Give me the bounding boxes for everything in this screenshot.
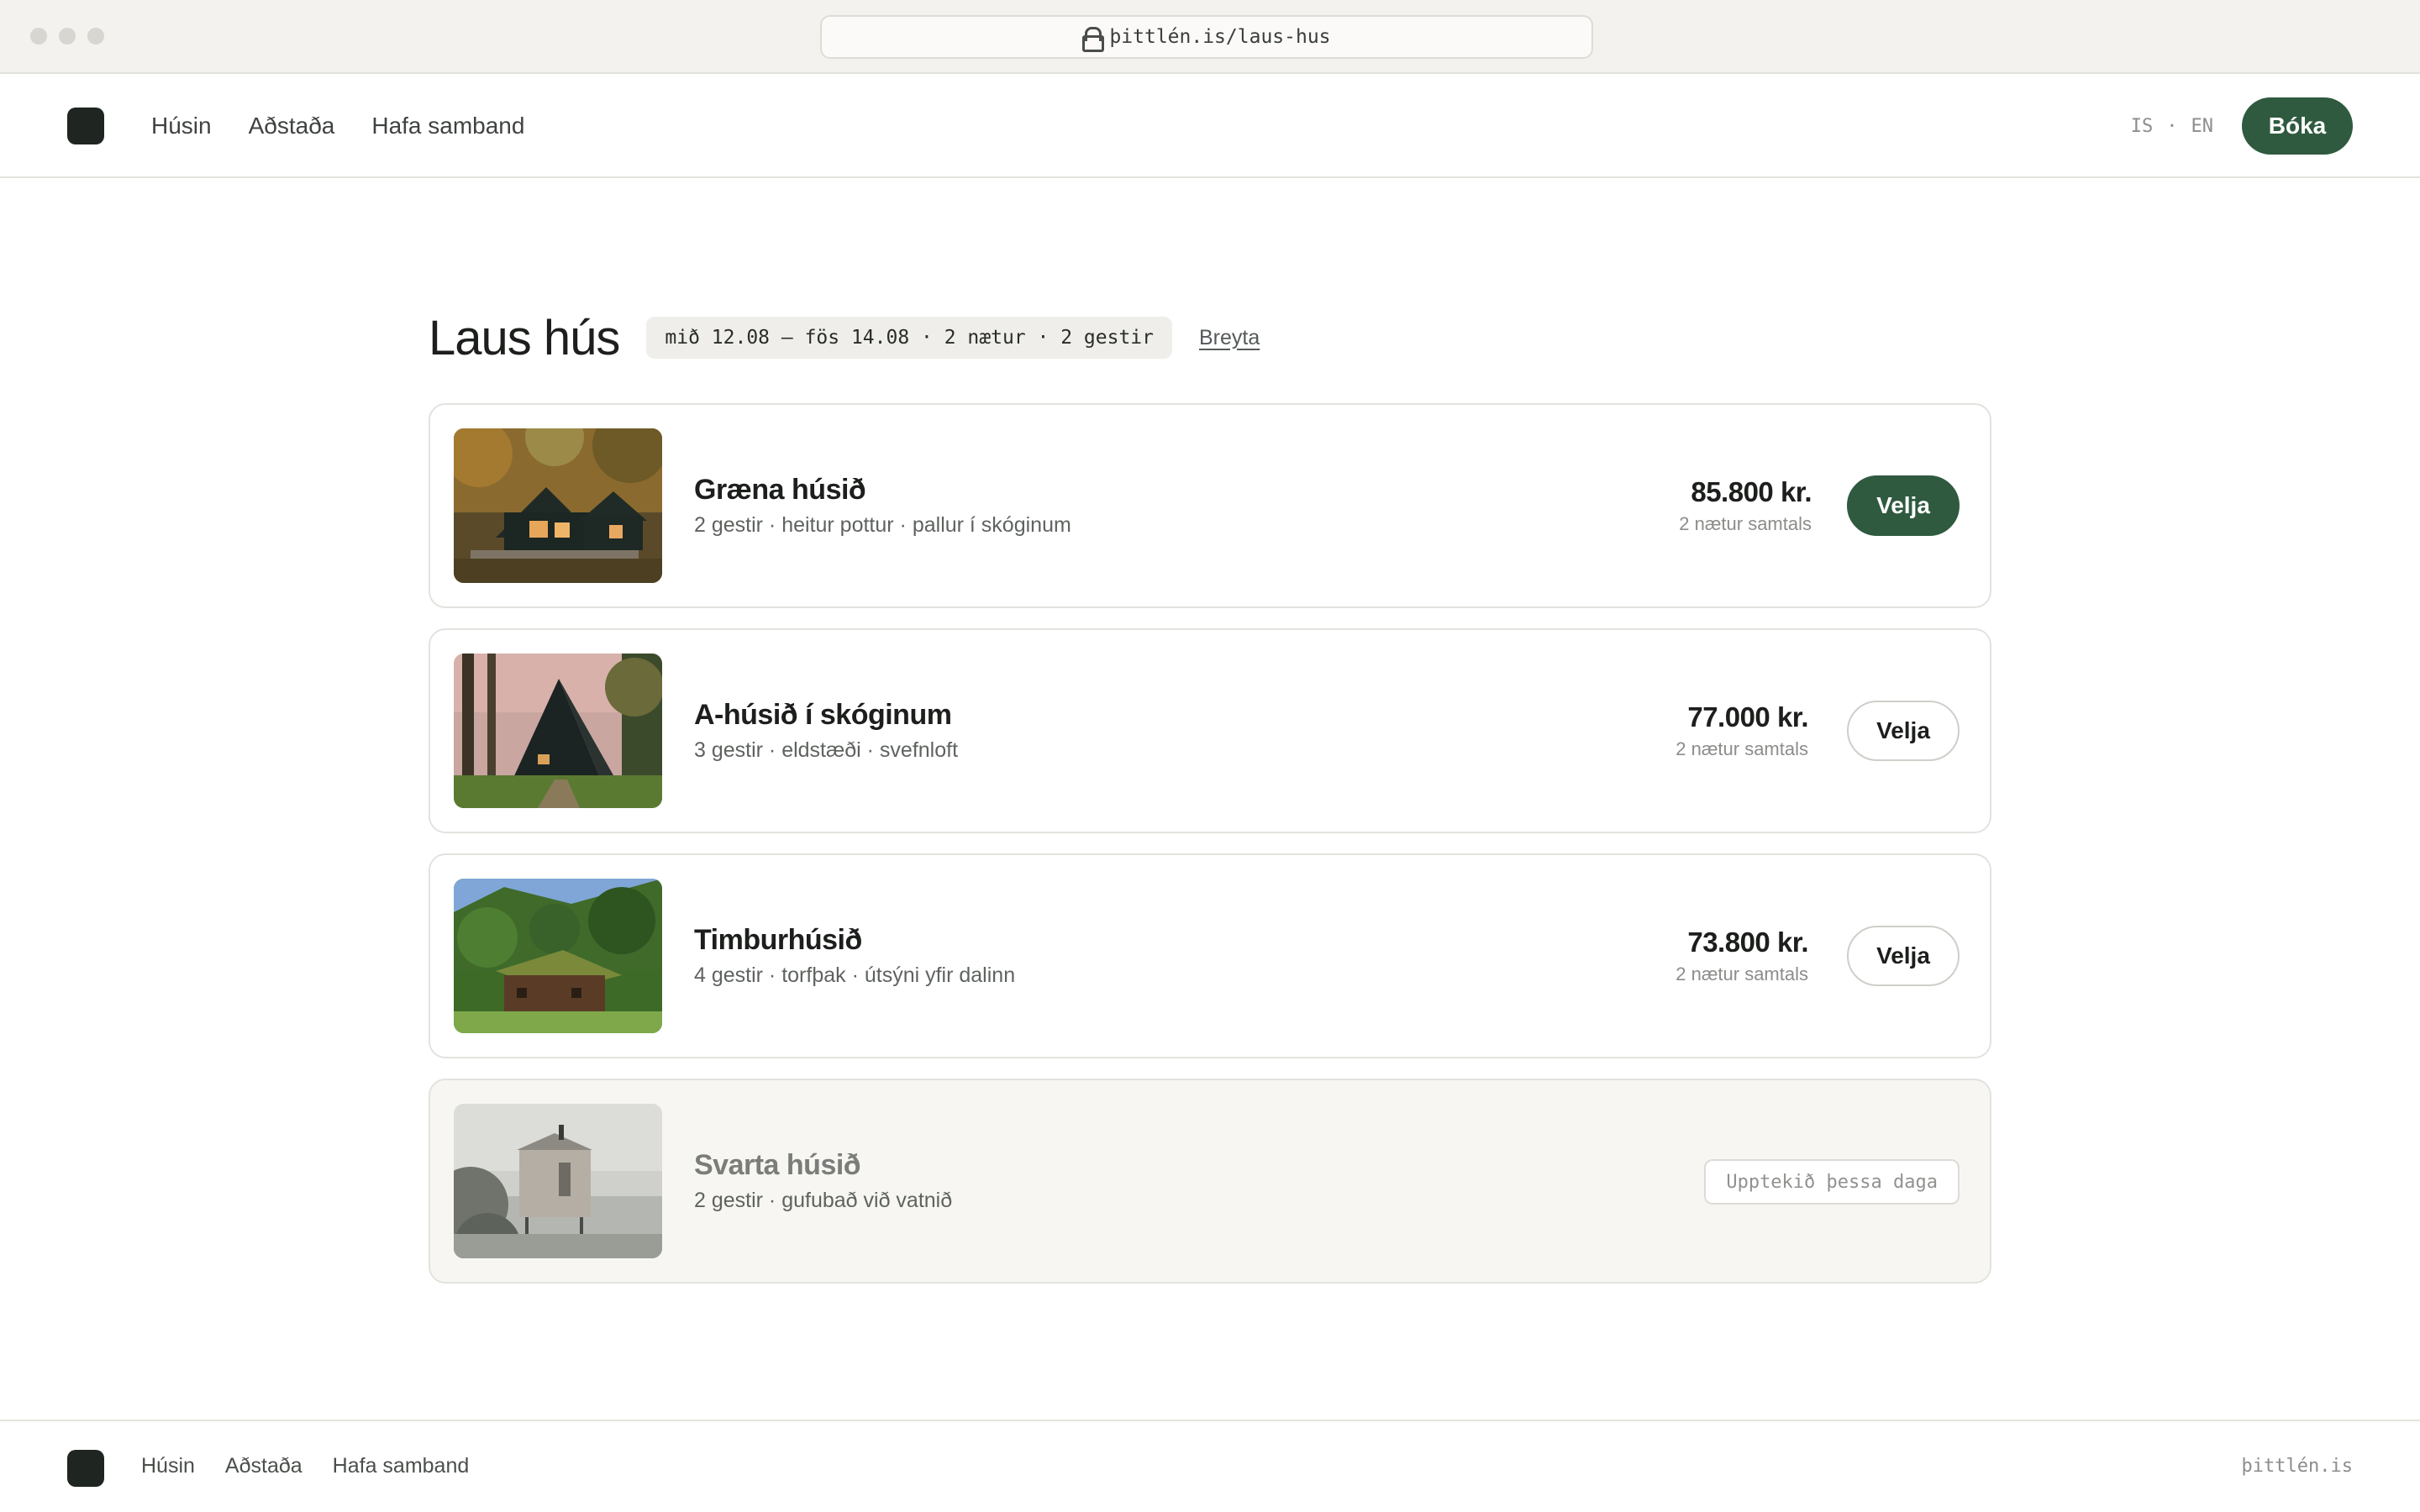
cabin-photo xyxy=(454,879,662,1033)
page-title: Laus hús xyxy=(429,310,620,365)
footer-link-husin[interactable]: Húsin xyxy=(141,1454,195,1478)
cabin-info: Timburhúsið 4 gestir · torfþak · útsýni … xyxy=(694,855,1015,1057)
cabin-features: 2 gestir · heitur pottur · pallur í skóg… xyxy=(694,513,1071,537)
cabin-info: Græna húsið 2 gestir · heitur pottur · p… xyxy=(694,405,1071,606)
price-total: 73.800 kr. xyxy=(1687,927,1808,958)
window-controls xyxy=(30,28,104,45)
address-bar[interactable]: þittlén.is/laus-hus xyxy=(820,15,1593,59)
select-cabin-button[interactable]: Velja xyxy=(1847,926,1960,986)
site-footer: Húsin Aðstaða Hafa samband þittlén.is xyxy=(0,1420,2420,1512)
lang-is[interactable]: IS xyxy=(2131,116,2154,137)
change-dates-link[interactable]: Breyta xyxy=(1199,326,1260,350)
nav-link-husin[interactable]: Húsin xyxy=(151,113,212,139)
select-cabin-button[interactable]: Velja xyxy=(1847,475,1960,536)
cabin-name[interactable]: A-húsið í skóginum xyxy=(694,699,958,732)
site-logo[interactable] xyxy=(67,108,104,144)
cabin-photo xyxy=(454,1104,662,1258)
footer-link-hafa-samband[interactable]: Hafa samband xyxy=(333,1454,470,1478)
site-header: Húsin Aðstaða Hafa samband IS · EN Bóka xyxy=(0,74,2420,178)
maximize-window-button[interactable] xyxy=(87,28,104,45)
results-header: Laus hús mið 12.08 – fös 14.08 · 2 nætur… xyxy=(429,302,1260,373)
cabin-price: 73.800 kr. 2 nætur samtals xyxy=(1676,855,1808,1057)
date-range-chip: mið 12.08 – fös 14.08 · 2 nætur · 2 gest… xyxy=(646,317,1172,359)
footer-nav: Húsin Aðstaða Hafa samband xyxy=(141,1421,469,1510)
nav-link-adstada[interactable]: Aðstaða xyxy=(249,113,335,139)
cabin-features: 4 gestir · torfþak · útsýni yfir dalinn xyxy=(694,963,1016,987)
url-text: þittlén.is/laus-hus xyxy=(1109,26,1331,48)
main-nav: Húsin Aðstaða Hafa samband xyxy=(151,74,524,178)
cabin-info: Svarta húsið 2 gestir · gufubað við vatn… xyxy=(694,1080,952,1282)
price-nights-label: 2 nætur samtals xyxy=(1679,513,1812,534)
lock-icon xyxy=(1082,27,1105,52)
cabin-card-svarta: Svarta húsið 2 gestir · gufubað við vatn… xyxy=(429,1079,1991,1284)
price-nights-label: 2 nætur samtals xyxy=(1676,963,1808,984)
select-cabin-button[interactable]: Velja xyxy=(1847,701,1960,761)
cabin-name[interactable]: Græna húsið xyxy=(694,474,1071,507)
cabin-name[interactable]: Timburhúsið xyxy=(694,924,1015,957)
lang-separator: · xyxy=(2166,115,2178,137)
cabin-card-a-husid: A-húsið í skóginum 3 gestir · eldstæði ·… xyxy=(429,628,1991,833)
footer-logo[interactable] xyxy=(67,1450,104,1487)
browser-chrome: þittlén.is/laus-hus xyxy=(0,0,2420,74)
cabin-card-timburhusid: Timburhúsið 4 gestir · torfþak · útsýni … xyxy=(429,853,1991,1058)
price-total: 77.000 kr. xyxy=(1687,701,1808,732)
cabin-name: Svarta húsið xyxy=(694,1149,861,1181)
price-total: 85.800 kr. xyxy=(1691,476,1812,507)
cabin-features: 2 gestir · gufubað við vatnið xyxy=(694,1189,953,1212)
nav-link-hafa-samband[interactable]: Hafa samband xyxy=(371,113,524,139)
footer-domain: þittlén.is xyxy=(2241,1455,2353,1477)
footer-link-adstada[interactable]: Aðstaða xyxy=(225,1454,302,1478)
cabin-features: 3 gestir · eldstæði · svefnloft xyxy=(694,738,959,762)
close-window-button[interactable] xyxy=(30,28,47,45)
cabin-photo xyxy=(454,654,662,808)
cabin-card-graena: Græna húsið 2 gestir · heitur pottur · p… xyxy=(429,403,1991,608)
cabin-list: Græna húsið 2 gestir · heitur pottur · p… xyxy=(429,403,1991,1304)
cabin-photo xyxy=(454,428,662,583)
language-switcher: IS · EN xyxy=(2131,74,2213,178)
unavailable-badge: Upptekið þessa daga xyxy=(1704,1159,1960,1205)
price-nights-label: 2 nætur samtals xyxy=(1676,738,1808,759)
book-button[interactable]: Bóka xyxy=(2242,97,2353,155)
lang-en[interactable]: EN xyxy=(2191,116,2214,137)
cabin-price: 77.000 kr. 2 nætur samtals xyxy=(1676,630,1808,832)
cabin-price: 85.800 kr. 2 nætur samtals xyxy=(1679,405,1812,606)
cabin-info: A-húsið í skóginum 3 gestir · eldstæði ·… xyxy=(694,630,958,832)
minimize-window-button[interactable] xyxy=(59,28,76,45)
